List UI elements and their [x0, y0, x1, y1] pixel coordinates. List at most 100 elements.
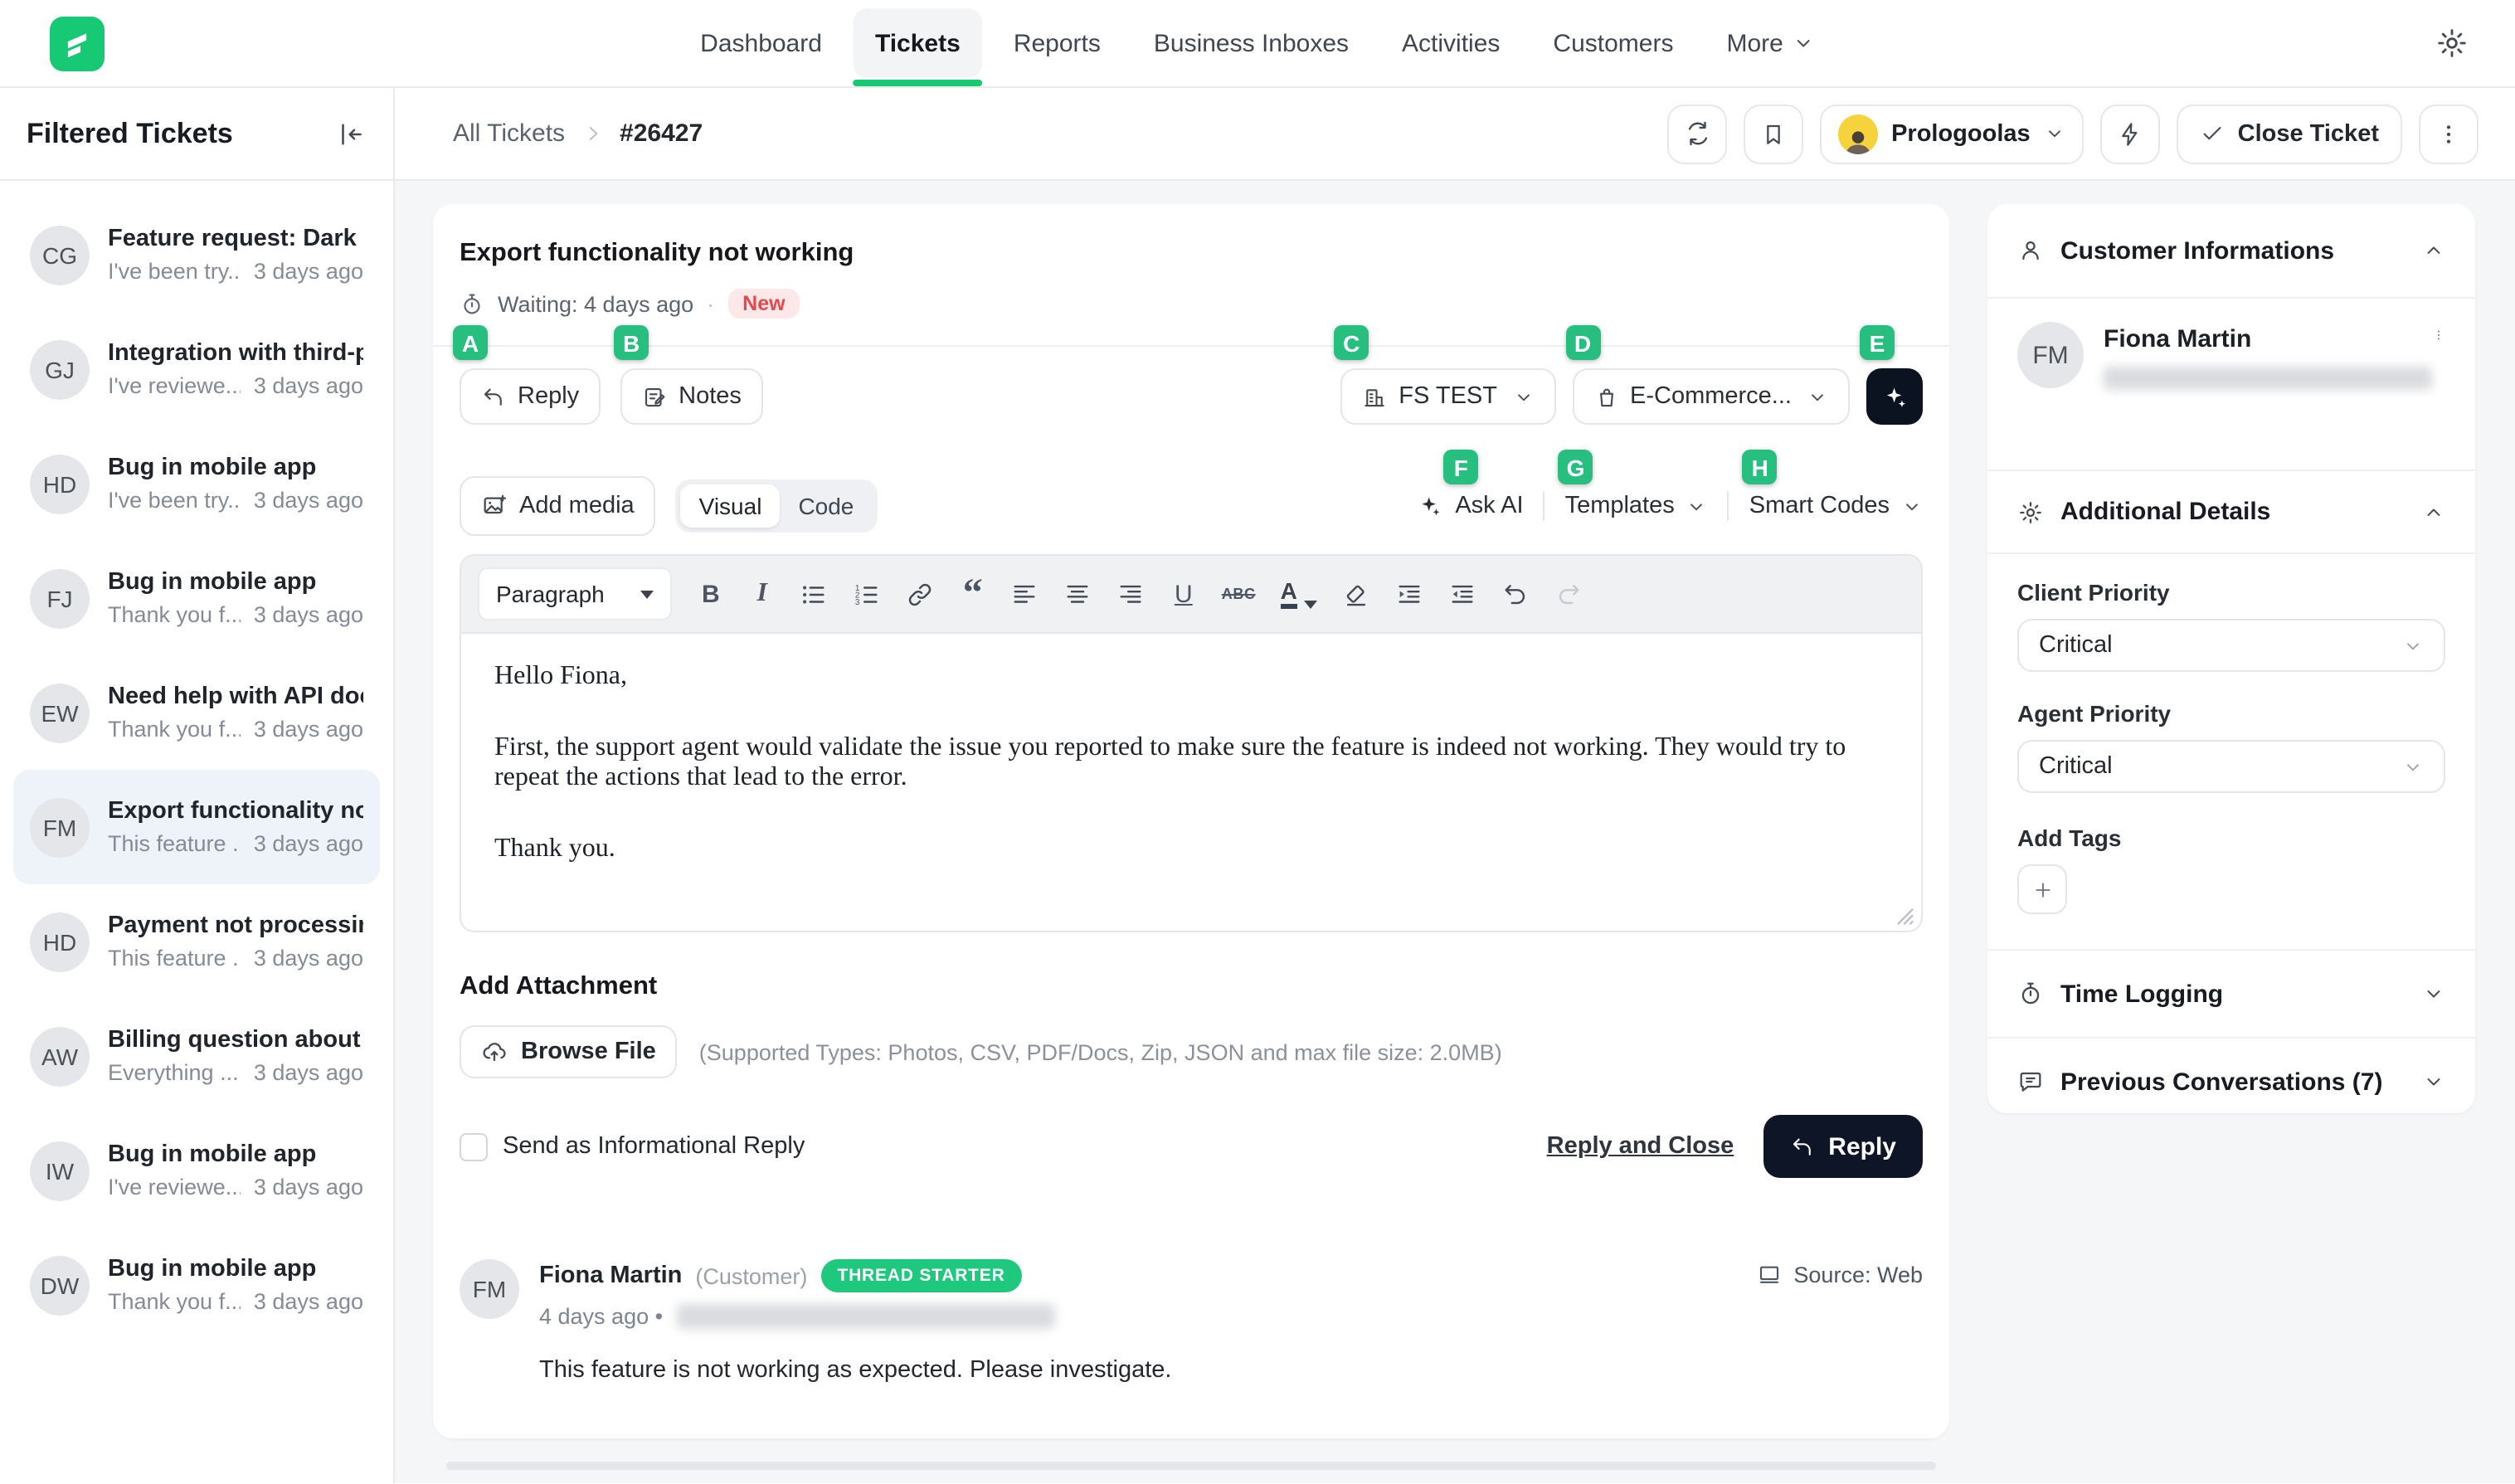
list-item[interactable]: AW Billing question about su... Everythi…	[13, 999, 380, 1113]
nav-tickets[interactable]: Tickets	[854, 8, 982, 78]
additional-details-header[interactable]: Additional Details	[1987, 471, 2475, 554]
header-actions: Prologoolas Close Ticket	[1667, 104, 2479, 163]
ticket-status-row: Waiting: 4 days ago · New	[460, 287, 1923, 320]
underline-button[interactable]: U	[1170, 580, 1197, 608]
app-logo[interactable]	[50, 16, 105, 71]
align-right-button[interactable]	[1117, 580, 1146, 608]
informational-reply-checkbox[interactable]	[460, 1132, 488, 1160]
nav-activities[interactable]: Activities	[1380, 8, 1521, 78]
assigned-agent-dropdown[interactable]: Prologoolas	[1820, 104, 2084, 163]
plus-icon	[2031, 878, 2053, 900]
nav-more[interactable]: More	[1705, 8, 1836, 78]
blockquote-button[interactable]: “	[960, 582, 986, 606]
breadcrumb-all-tickets[interactable]: All Tickets	[453, 119, 565, 148]
chevron-up-icon	[2422, 500, 2445, 523]
tab-code[interactable]: Code	[780, 484, 872, 528]
business-inbox-label: FS TEST	[1399, 383, 1497, 410]
settings-button[interactable]	[2435, 27, 2469, 60]
content-area: All Tickets #26427	[395, 88, 2515, 1483]
ticket-title: Integration with third-pa...	[108, 340, 363, 367]
notes-tab-button[interactable]: Notes	[620, 368, 763, 425]
agent-priority-select[interactable]: Critical	[2017, 740, 2445, 793]
list-item[interactable]: HD Payment not processing ... This featu…	[13, 884, 380, 999]
attachment-section: Add Attachment Browse File (Supported Ty…	[433, 971, 1949, 1078]
reply-tab-button[interactable]: Reply	[460, 368, 601, 425]
ai-assistant-button[interactable]	[1866, 368, 1923, 425]
reply-editor-textarea[interactable]: Hello Fiona, First, the support agent wo…	[460, 634, 1923, 932]
ticket-time: 3 days ago	[254, 831, 363, 856]
business-inbox-dropdown[interactable]: FS TEST	[1340, 368, 1555, 425]
resize-handle-icon[interactable]	[1896, 907, 1914, 926]
ticket-snippet: Thank you f...	[108, 717, 241, 742]
agent-priority-value: Critical	[2039, 753, 2113, 780]
list-item[interactable]: CG Feature request: Dark m... I've been …	[13, 197, 380, 312]
building-icon	[1362, 384, 1387, 409]
kebab-icon[interactable]	[2432, 322, 2445, 348]
undo-button[interactable]	[1501, 580, 1530, 608]
ticket-snippet: I've reviewe...	[108, 1175, 241, 1199]
smart-codes-dropdown[interactable]: Smart Codes	[1749, 493, 1923, 519]
avatar: FM	[2017, 322, 2084, 388]
ask-ai-button[interactable]: Ask AI	[1417, 493, 1523, 519]
list-item[interactable]: EW Need help with API docu... Thank you …	[13, 655, 380, 770]
bookmark-button[interactable]	[1744, 104, 1803, 163]
ticket-title: Bug in mobile app	[108, 1141, 363, 1168]
more-options-button[interactable]	[2419, 104, 2479, 163]
paragraph-style-select[interactable]: Paragraph	[478, 567, 673, 620]
add-media-button[interactable]: Add media	[460, 476, 656, 536]
divider	[1728, 491, 1729, 521]
customer-info-title: Customer Informations	[2060, 236, 2406, 265]
person-icon	[2017, 237, 2044, 264]
editor-paragraph: Thank you.	[494, 834, 1888, 864]
bullet-list-button[interactable]	[800, 580, 829, 608]
nav-reports[interactable]: Reports	[992, 8, 1122, 78]
send-reply-button[interactable]: Reply	[1763, 1115, 1923, 1178]
previous-conversations-title: Previous Conversations (7)	[2060, 1068, 2406, 1096]
link-button[interactable]	[907, 580, 935, 608]
browse-file-button[interactable]: Browse File	[460, 1025, 678, 1078]
informational-reply-toggle[interactable]: Send as Informational Reply	[460, 1132, 805, 1160]
templates-dropdown[interactable]: Templates	[1565, 493, 1708, 519]
time-logging-header[interactable]: Time Logging	[1987, 951, 2475, 1039]
ticket-snippet: Thank you f...	[108, 602, 241, 627]
product-dropdown[interactable]: E-Commerce...	[1572, 368, 1850, 425]
list-item[interactable]: GJ Integration with third-pa... I've rev…	[13, 312, 380, 426]
tab-visual[interactable]: Visual	[681, 484, 781, 528]
stopwatch-icon	[2017, 980, 2044, 1007]
collapse-sidebar-icon[interactable]	[337, 119, 367, 148]
align-left-button[interactable]	[1011, 580, 1039, 608]
list-item[interactable]: FJ Bug in mobile app Thank you f...3 day…	[13, 541, 380, 655]
customer-info-header[interactable]: Customer Informations	[1987, 204, 2475, 299]
next-message-collapsed-bar[interactable]	[446, 1462, 1936, 1470]
highlight-eraser-button[interactable]	[1342, 580, 1370, 608]
rich-text-editor: Paragraph B I 123	[460, 554, 1923, 932]
list-item[interactable]: IW Bug in mobile app I've reviewe...3 da…	[13, 1113, 380, 1228]
text-color-button[interactable]: A	[1281, 579, 1317, 609]
chevron-down-icon	[2044, 123, 2065, 144]
strikethrough-button[interactable]: ABC	[1222, 586, 1256, 602]
align-center-button[interactable]	[1064, 580, 1092, 608]
add-tag-button[interactable]	[2017, 864, 2067, 914]
nav-customers[interactable]: Customers	[1531, 8, 1695, 78]
close-ticket-button[interactable]: Close Ticket	[2177, 104, 2402, 163]
bold-button[interactable]: B	[698, 580, 724, 608]
client-priority-select[interactable]: Critical	[2017, 619, 2445, 672]
refresh-button[interactable]	[1667, 104, 1727, 163]
list-item[interactable]: HD Bug in mobile app I've been try...3 d…	[13, 426, 380, 541]
refresh-icon	[1683, 119, 1711, 148]
redo-button[interactable]	[1554, 580, 1583, 608]
nav-dashboard[interactable]: Dashboard	[679, 8, 844, 78]
ticket-time: 3 days ago	[254, 1060, 363, 1085]
nav-business-inboxes[interactable]: Business Inboxes	[1132, 8, 1370, 78]
numbered-list-button[interactable]: 123	[854, 580, 882, 608]
previous-conversations-header[interactable]: Previous Conversations (7)	[1987, 1039, 2475, 1113]
automation-button[interactable]	[2100, 104, 2160, 163]
redacted-email	[2104, 367, 2432, 390]
outdent-button[interactable]	[1448, 580, 1476, 608]
italic-button[interactable]: I	[749, 579, 776, 609]
indent-button[interactable]	[1395, 580, 1423, 608]
list-item-selected[interactable]: FM Export functionality not ... This fea…	[13, 770, 380, 884]
annotation-label-e: E	[1860, 325, 1895, 360]
list-item[interactable]: DW Bug in mobile app Thank you f...3 day…	[13, 1228, 380, 1342]
reply-and-close-link[interactable]: Reply and Close	[1547, 1133, 1734, 1160]
